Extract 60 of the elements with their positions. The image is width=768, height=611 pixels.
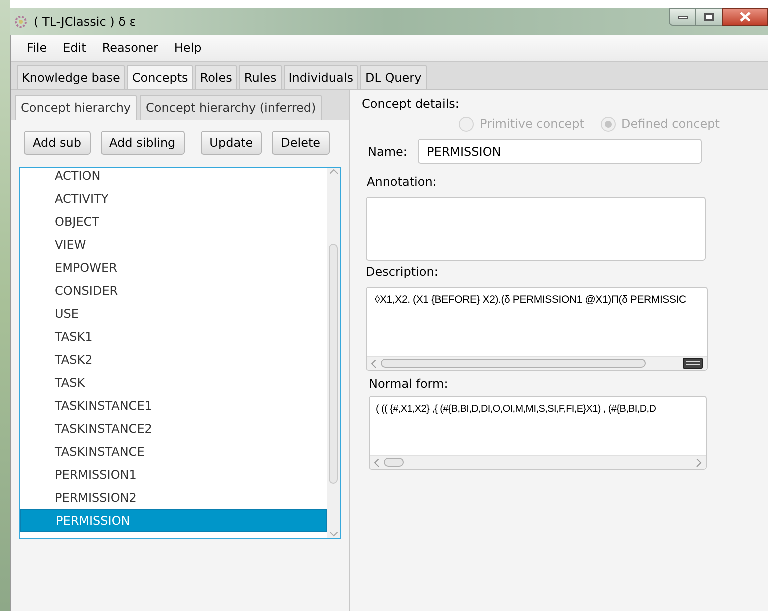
toolbar-button[interactable]: Delete (272, 131, 330, 155)
maximize-button[interactable] (696, 8, 722, 26)
tree-item[interactable]: CONSIDER (20, 279, 327, 302)
tree-item[interactable]: EMPOWER (20, 256, 327, 279)
tree-item[interactable]: TASKINSTANCE1 (20, 394, 327, 417)
field-value: ( (( {#,X1,X2} ,{ (#{B,BI,D,DI,O,OI,M,MI,S,SI,F,FI,E}X1) , (#{B,BI,D,D (375, 403, 658, 417)
tree-item[interactable]: PERMISSION1 (20, 463, 327, 486)
tree-item[interactable]: VIEW (20, 233, 327, 256)
description-field[interactable]: ◊X1,X2. (X1 {BEFORE} X2).(δ PERMISSION1 @X1)Π(δ PERMISSIC (366, 287, 708, 371)
tree-item[interactable]: TASK1 (20, 325, 327, 348)
tree-item[interactable]: ACTION (20, 164, 327, 187)
annotation-field[interactable] (366, 197, 706, 261)
tab[interactable]: Concept hierarchy (15, 95, 138, 120)
gear-icon (14, 14, 28, 28)
tab[interactable]: DL Query (360, 65, 427, 89)
tree-item[interactable]: PERMISSION2 (20, 486, 327, 509)
scroll-up-icon[interactable] (330, 169, 338, 174)
field-label: Normal form: (369, 376, 450, 393)
scroll-left-icon[interactable] (371, 360, 377, 368)
tree-item[interactable]: USE (20, 302, 327, 325)
window-title: ( TL-JClassic ) δ ε (34, 14, 136, 30)
tree-item[interactable]: ACTIVITY (20, 187, 327, 210)
toolbar-button[interactable]: Add sub (24, 131, 91, 155)
field-label: Name: (368, 144, 408, 160)
tab[interactable]: Concepts (127, 65, 194, 89)
tab[interactable]: Knowledge base (17, 65, 126, 89)
keyboard-icon[interactable] (683, 358, 703, 369)
field-label: Description: (366, 264, 440, 281)
normal-form-field[interactable]: ( (( {#,X1,X2} ,{ (#{B,BI,D,DI,O,OI,M,MI,S,SI,F,FI,E}X1) , (#{B,BI,D,D (369, 396, 707, 470)
section-heading: Concept details: (362, 96, 460, 113)
tab[interactable]: Individuals (284, 65, 358, 89)
tab[interactable]: Rules (239, 65, 282, 89)
toolbar-button[interactable]: Update (200, 131, 262, 155)
minimize-button[interactable] (669, 8, 696, 26)
scroll-left-icon[interactable] (374, 458, 380, 466)
vertical-scrollbar[interactable] (327, 168, 340, 538)
field-label: Annotation: (367, 174, 438, 191)
menu-item[interactable]: File (27, 39, 48, 57)
close-icon (740, 12, 750, 22)
tab[interactable]: Concept hierarchy (inferred) (140, 95, 322, 120)
tree-item[interactable]: TASK (20, 371, 327, 394)
tree-item[interactable]: OBJECT (20, 210, 327, 233)
horizontal-scrollbar[interactable] (367, 356, 707, 370)
scroll-down-icon[interactable] (330, 532, 338, 537)
scroll-right-icon[interactable] (696, 458, 702, 466)
field-value: ◊X1,X2. (X1 {BEFORE} X2).(δ PERMISSION1 @X1)Π(δ PERMISSIC (374, 293, 688, 308)
scrollbar-thumb[interactable] (329, 244, 338, 484)
name-field[interactable]: PERMISSION (418, 139, 702, 164)
menu-item[interactable]: Edit (63, 39, 86, 57)
toolbar-button[interactable]: Add sibling (100, 131, 185, 155)
scrollbar-thumb[interactable] (384, 458, 404, 467)
menu-item[interactable]: Help (174, 39, 202, 57)
scrollbar-thumb[interactable] (381, 359, 646, 368)
tree-item[interactable]: TASKINSTANCE (20, 440, 327, 463)
tab[interactable]: Roles (195, 65, 238, 89)
close-button[interactable] (722, 8, 768, 26)
tree-item[interactable]: TASK2 (20, 348, 327, 371)
tree-item[interactable]: TASKINSTANCE2 (20, 417, 327, 440)
horizontal-scrollbar[interactable] (370, 455, 706, 469)
menu-item[interactable]: Reasoner (102, 39, 158, 57)
